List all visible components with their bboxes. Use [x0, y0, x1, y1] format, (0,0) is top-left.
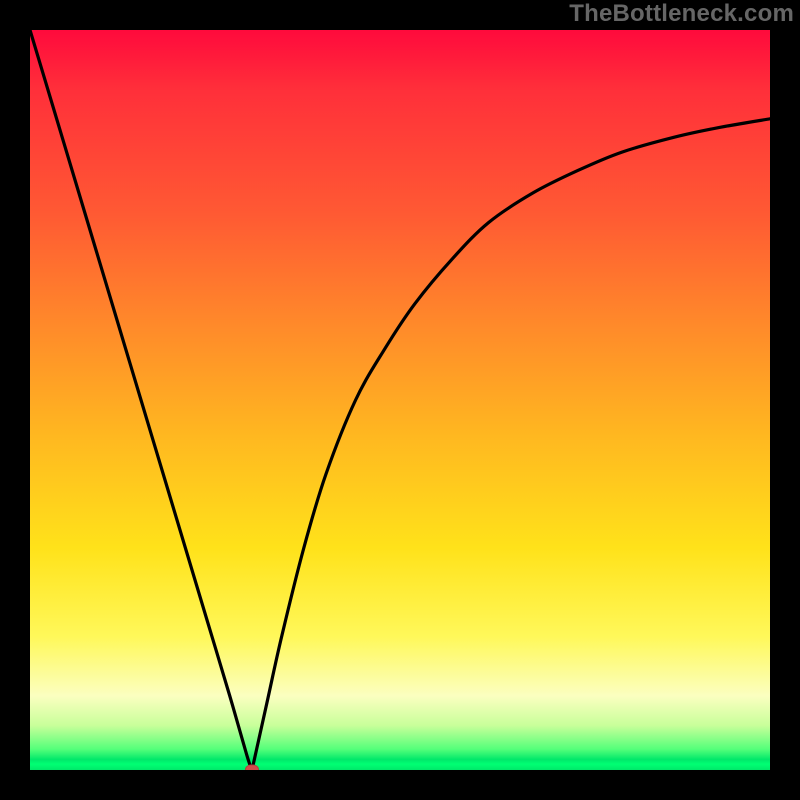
- bottleneck-curve: [30, 30, 770, 770]
- min-marker: [245, 765, 259, 771]
- watermark-text: TheBottleneck.com: [569, 0, 794, 28]
- chart-frame: TheBottleneck.com: [0, 0, 800, 800]
- curve-path: [30, 30, 770, 770]
- plot-area: [30, 30, 770, 770]
